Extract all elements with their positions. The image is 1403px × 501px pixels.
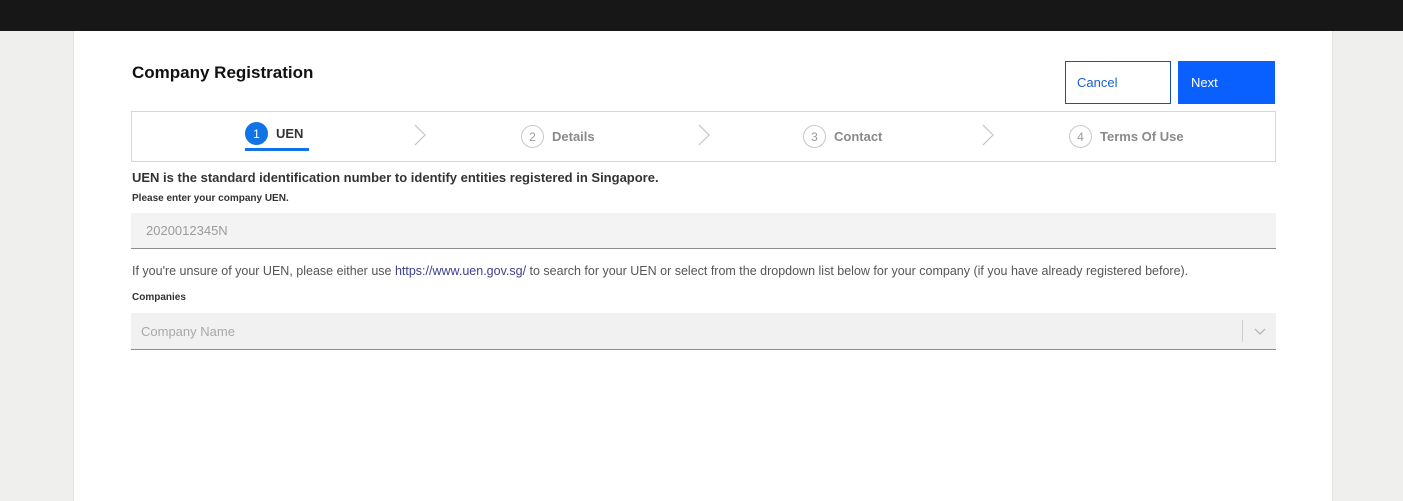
companies-label: Companies: [132, 292, 186, 303]
step-label: Terms Of Use: [1100, 129, 1184, 144]
step-contact[interactable]: 3 Contact: [803, 112, 882, 161]
chevron-right-icon: [414, 124, 426, 146]
uen-input[interactable]: 2020012345N: [131, 213, 1276, 249]
step-label: Details: [552, 129, 595, 144]
uen-placeholder: 2020012345N: [146, 223, 228, 238]
active-step-underline: [245, 148, 309, 151]
companies-placeholder: Company Name: [141, 323, 235, 339]
step-label: UEN: [276, 126, 304, 141]
registration-card: Company Registration Cancel Next 1 UEN 2…: [73, 31, 1333, 501]
page-title: Company Registration: [132, 63, 314, 82]
companies-dropdown[interactable]: Company Name: [131, 313, 1276, 350]
dropdown-divider: [1242, 320, 1243, 342]
uen-description: UEN is the standard identification numbe…: [132, 170, 659, 185]
step-number: 4: [1069, 125, 1092, 148]
step-terms-of-use[interactable]: 4 Terms Of Use: [1069, 112, 1184, 161]
step-details[interactable]: 2 Details: [521, 112, 595, 161]
chevron-right-icon: [698, 124, 710, 146]
step-number: 3: [803, 125, 826, 148]
next-button[interactable]: Next: [1178, 61, 1275, 104]
step-number: 2: [521, 125, 544, 148]
chevron-down-icon[interactable]: [1253, 324, 1267, 338]
uen-website-link[interactable]: https://www.uen.gov.sg/: [395, 264, 526, 278]
help-text-before: If you're unsure of your UEN, please eit…: [132, 264, 395, 278]
top-bar: [0, 0, 1403, 31]
stepper: 1 UEN 2 Details 3 Contact 4 Terms Of Use: [131, 111, 1276, 162]
chevron-right-icon: [982, 124, 994, 146]
uen-help-text: If you're unsure of your UEN, please eit…: [132, 264, 1188, 278]
cancel-button[interactable]: Cancel: [1065, 61, 1171, 104]
step-number: 1: [245, 122, 268, 145]
uen-field-label: Please enter your company UEN.: [132, 193, 289, 204]
step-label: Contact: [834, 129, 883, 144]
help-text-after: to search for your UEN or select from th…: [526, 264, 1189, 278]
